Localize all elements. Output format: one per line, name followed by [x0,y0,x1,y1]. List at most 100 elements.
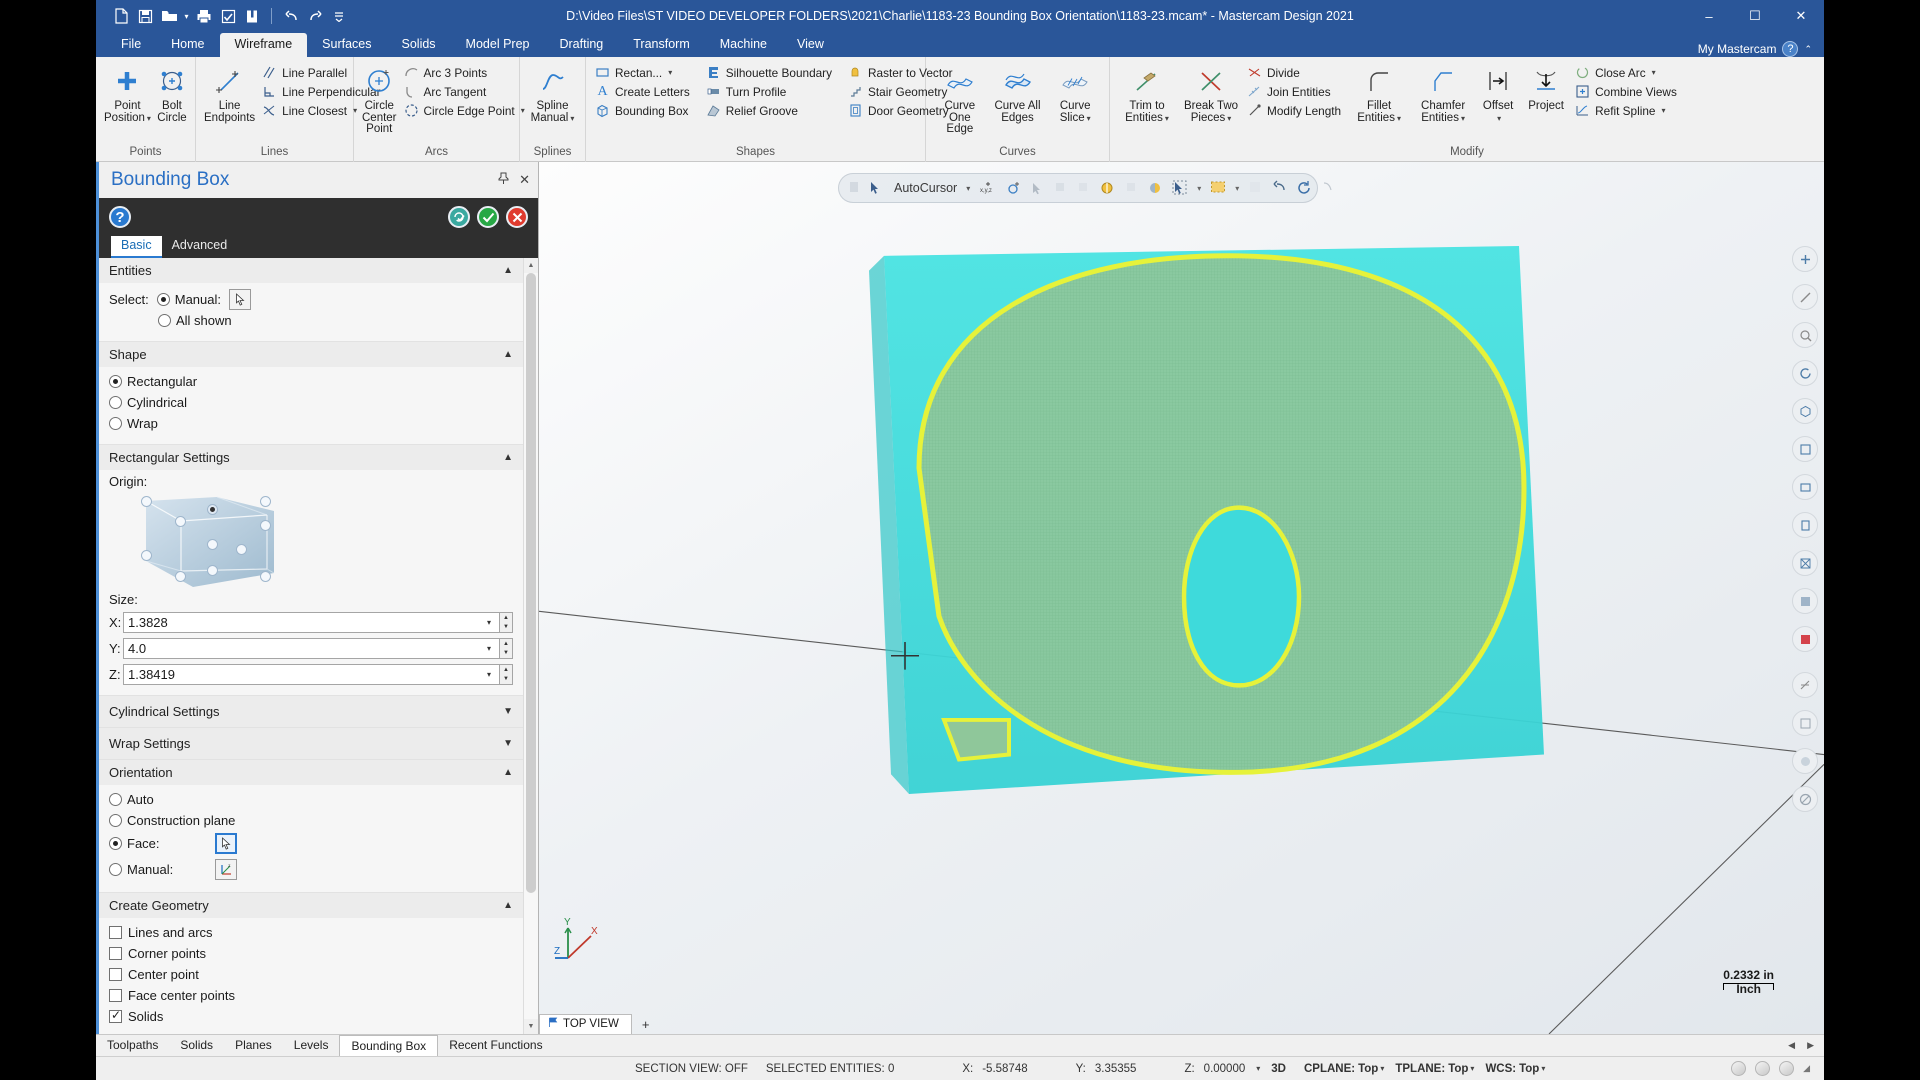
radio-manual[interactable] [156,293,170,306]
fillet-entities-button[interactable]: Fillet Entities ▾ [1348,61,1410,127]
curve-all-edges-button[interactable]: Curve All Edges [990,61,1046,127]
checkbox-center-point[interactable] [109,968,122,981]
size-y-input[interactable]: 4.0 ▾ [123,638,500,659]
chevron-down-icon[interactable]: ▾ [668,68,672,77]
bottom-tab-bounding-box[interactable]: Bounding Box [339,1035,439,1056]
tab-home[interactable]: Home [156,33,219,57]
tab-view[interactable]: View [782,33,839,57]
view-tab-top-view[interactable]: TOP VIEW [539,1014,632,1034]
origin-node-top-center[interactable] [207,504,218,515]
project-button[interactable]: Project [1522,61,1570,116]
axis-gizmo-picker-button[interactable]: Z [215,858,237,880]
chevron-up-icon[interactable]: ▲ [503,452,513,463]
wireframe-shading-icon[interactable] [1792,550,1818,576]
chevron-down-icon[interactable]: ▼ [503,738,513,749]
customize-qat-icon[interactable] [328,5,350,27]
chevron-down-icon[interactable]: ▼ [503,706,513,717]
origin-selector[interactable] [141,495,281,590]
tab-machine[interactable]: Machine [705,33,782,57]
z-depth-dropdown-icon[interactable]: ▾ [1254,1064,1262,1073]
radio-face[interactable] [109,837,122,850]
graphics-viewport[interactable]: AutoCursor ▾ x,y,z ▾ ▾ Y X Z 0.2332 in I… [539,162,1824,1034]
origin-node-front-bottom-left[interactable] [175,571,186,582]
wcs-dropdown-icon[interactable]: ▾ [1539,1064,1547,1073]
rectangle-button[interactable]: Rectan... ▾ [592,63,695,82]
radio-all-shown[interactable] [158,314,171,327]
bottom-tab-levels[interactable]: Levels [283,1035,340,1056]
status-orb-2-icon[interactable] [1755,1061,1771,1076]
break-two-pieces-button[interactable]: Break Two Pieces ▾ [1180,61,1242,127]
dynamic-rotate-icon[interactable] [1792,360,1818,386]
chevron-down-icon[interactable]: ▾ [483,644,495,653]
chevron-down-icon[interactable]: ▾ [483,670,495,679]
tab-transform[interactable]: Transform [618,33,705,57]
status-tplane-value[interactable]: Top [1448,1063,1468,1075]
tplane-dropdown-icon[interactable]: ▾ [1468,1064,1476,1073]
bottom-tab-recent-functions[interactable]: Recent Functions [438,1035,553,1056]
bounding-box-button[interactable]: Bounding Box [592,101,695,120]
origin-node-back-bottom-left[interactable] [141,550,152,561]
origin-node-bottom-center[interactable] [207,565,218,576]
fit-icon[interactable] [1792,246,1818,272]
tab-advanced[interactable]: Advanced [162,236,238,258]
size-z-input[interactable]: 1.38419 ▾ [123,664,500,685]
section-header-entities[interactable]: Entities ▲ [99,258,523,283]
tab-surfaces[interactable]: Surfaces [307,33,386,57]
new-file-icon[interactable] [110,5,132,27]
top-view-icon[interactable] [1792,436,1818,462]
radio-cylindrical[interactable] [109,396,122,409]
chevron-up-icon[interactable]: ▲ [503,349,513,360]
curve-slice-button[interactable]: Curve Slice ▾ [1047,61,1103,127]
chevron-down-icon[interactable]: ▾ [147,114,151,123]
point-position-button[interactable]: Point Position ▾ [102,61,153,127]
chamfer-entities-button[interactable]: Chamfer Entities ▾ [1412,61,1474,127]
origin-node-mid-right[interactable] [236,544,247,555]
radio-manual-orientation[interactable] [109,862,122,876]
quick-access-dropdown-icon[interactable]: ▾ [182,5,191,27]
scroll-up-arrow[interactable]: ▲ [524,258,538,273]
checkbox-corner-points[interactable] [109,947,122,960]
size-x-input[interactable]: 1.3828 ▾ [123,612,500,633]
tab-basic[interactable]: Basic [111,236,162,258]
tab-drafting[interactable]: Drafting [544,33,618,57]
chevron-down-icon[interactable]: ▾ [1661,106,1665,115]
right-view-icon[interactable] [1792,512,1818,538]
my-mastercam-label[interactable]: My Mastercam [1698,42,1777,56]
spline-manual-button[interactable]: Spline Manual ▾ [526,61,579,127]
scroll-track[interactable] [524,273,538,1019]
chevron-down-icon[interactable]: ▾ [1397,114,1401,123]
curve-one-edge-button[interactable]: Curve One Edge [932,61,988,139]
status-cplane-value[interactable]: Top [1358,1063,1378,1075]
no-entry-icon[interactable] [1792,786,1818,812]
refit-spline-button[interactable]: Refit Spline ▾ [1572,101,1682,120]
circle-center-point-button[interactable]: Circle Center Point [360,61,399,139]
divide-button[interactable]: Divide [1244,63,1346,82]
model-scene[interactable] [539,162,1824,1034]
chevron-down-icon[interactable]: ▾ [1497,114,1501,123]
combine-views-button[interactable]: Combine Views [1572,82,1682,101]
undo-icon[interactable] [280,5,302,27]
chevron-down-icon[interactable]: ▾ [1087,114,1091,123]
origin-node-back-top-left[interactable] [141,496,152,507]
chevron-down-icon[interactable]: ▾ [1461,114,1465,123]
turn-profile-button[interactable]: Turn Profile [703,82,837,101]
close-button[interactable]: ✕ [1778,0,1824,32]
section-header-create-geometry[interactable]: Create Geometry ▲ [99,893,523,918]
chevron-up-icon[interactable]: ▲ [503,900,513,911]
trim-to-entities-button[interactable]: Trim to Entities ▾ [1116,61,1178,127]
apply-and-create-new-operation-button[interactable] [448,206,470,228]
add-view-tab-button[interactable]: + [632,1015,660,1034]
save-icon[interactable] [134,5,156,27]
unzoom-icon[interactable] [1792,284,1818,310]
create-letters-button[interactable]: A Create Letters [592,82,695,101]
help-icon[interactable]: ? [109,206,131,228]
minimize-button[interactable]: – [1686,0,1732,32]
offset-button[interactable]: Offset ▾ [1476,61,1520,127]
bottom-tab-toolpaths[interactable]: Toolpaths [96,1035,169,1056]
collapse-ribbon-icon[interactable]: ⌃ [1804,44,1812,55]
cplane-dropdown-icon[interactable]: ▾ [1378,1064,1386,1073]
blank-entities-icon[interactable] [1792,710,1818,736]
status-orb-3-icon[interactable] [1779,1061,1795,1076]
size-z-stepper[interactable]: ▲ ▼ [500,664,513,685]
print-icon[interactable] [193,5,215,27]
